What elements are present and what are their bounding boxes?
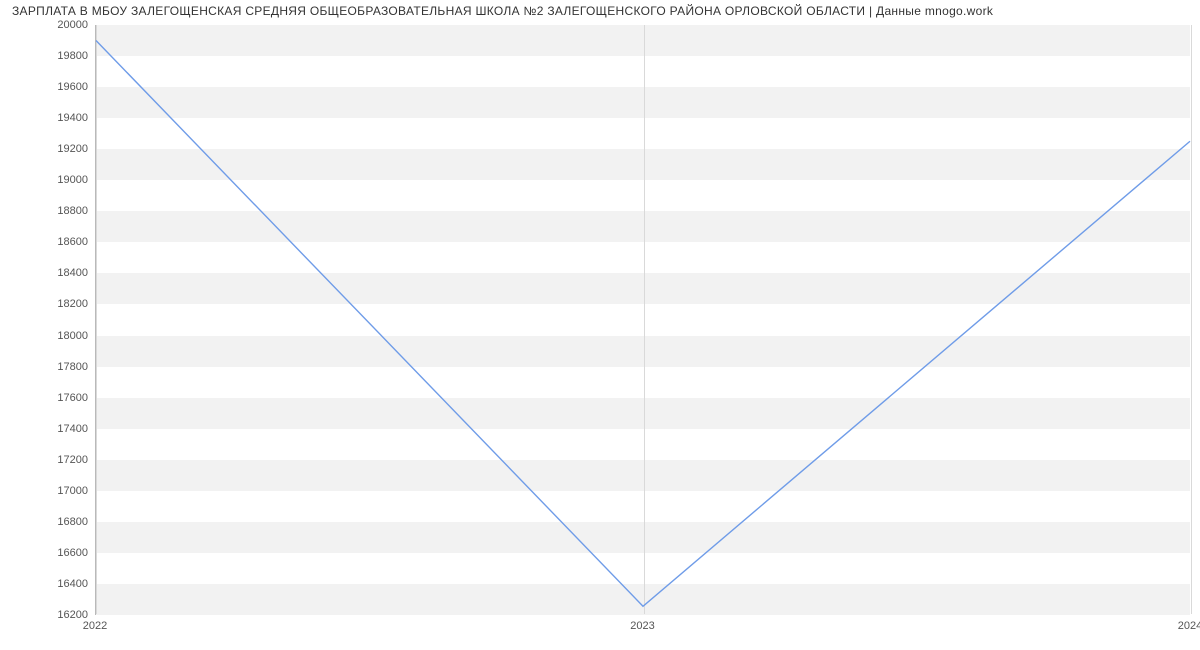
y-tick-label: 18400 <box>28 267 88 279</box>
salary-line-chart: ЗАРПЛАТА В МБОУ ЗАЛЕГОЩЕНСКАЯ СРЕДНЯЯ ОБ… <box>0 0 1200 650</box>
y-tick-label: 16200 <box>28 609 88 621</box>
y-tick-label: 17200 <box>28 454 88 466</box>
y-tick-label: 16400 <box>28 578 88 590</box>
vertical-gridline <box>1191 25 1192 614</box>
chart-title: ЗАРПЛАТА В МБОУ ЗАЛЕГОЩЕНСКАЯ СРЕДНЯЯ ОБ… <box>12 4 1188 18</box>
y-tick-label: 19600 <box>28 81 88 93</box>
y-tick-label: 19200 <box>28 143 88 155</box>
y-tick-label: 18600 <box>28 236 88 248</box>
plot-area <box>95 25 1190 615</box>
y-tick-label: 18800 <box>28 205 88 217</box>
y-tick-label: 16800 <box>28 516 88 528</box>
line-layer <box>96 25 1190 614</box>
y-tick-label: 19400 <box>28 112 88 124</box>
y-tick-label: 19000 <box>28 174 88 186</box>
y-tick-label: 18000 <box>28 330 88 342</box>
y-tick-label: 17000 <box>28 485 88 497</box>
y-tick-label: 16600 <box>28 547 88 559</box>
y-tick-label: 19800 <box>28 50 88 62</box>
y-tick-label: 17400 <box>28 423 88 435</box>
x-tick-label: 2023 <box>630 620 654 632</box>
y-tick-label: 18200 <box>28 298 88 310</box>
y-tick-label: 17600 <box>28 392 88 404</box>
salary-series-line <box>96 41 1190 607</box>
x-tick-label: 2022 <box>83 620 107 632</box>
x-tick-label: 2024 <box>1178 620 1200 632</box>
y-tick-label: 20000 <box>28 19 88 31</box>
y-tick-label: 17800 <box>28 361 88 373</box>
